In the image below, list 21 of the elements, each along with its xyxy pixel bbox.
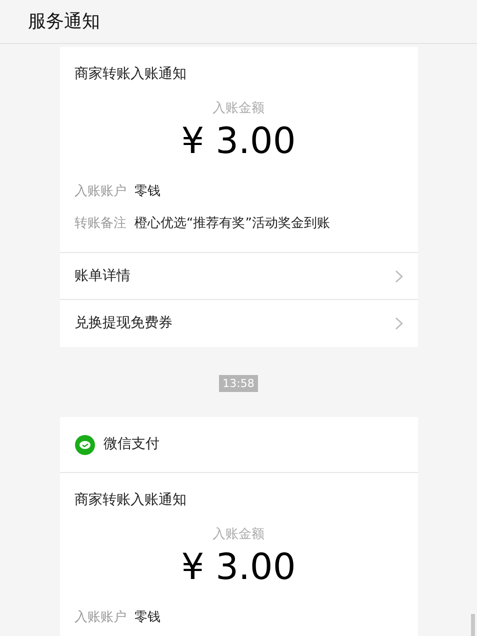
timestamp: 13:58 bbox=[218, 375, 258, 392]
field-value: 零钱 bbox=[134, 183, 160, 201]
card-title: 商家转账入账通知 bbox=[74, 491, 188, 510]
field-value: 零钱 bbox=[134, 609, 160, 627]
page-title: 服务通知 bbox=[28, 10, 100, 34]
card-title: 商家转账入账通知 bbox=[74, 65, 188, 84]
chevron-right-icon bbox=[394, 317, 402, 330]
field-label: 转账备注 bbox=[74, 215, 126, 233]
chat-bubble-icon bbox=[74, 434, 94, 454]
amount-value: ¥ 3.00 bbox=[180, 546, 297, 590]
link-row[interactable]: 兑换提现免费券 bbox=[60, 300, 418, 347]
field-label: 入账账户 bbox=[74, 183, 126, 201]
field-value: 橙心优选“推荐有奖”活动奖金到账 bbox=[134, 215, 330, 233]
scrollbar-thumb bbox=[471, 614, 475, 636]
amount-value: ¥ 3.00 bbox=[180, 120, 297, 164]
source-name: 微信支付 bbox=[104, 435, 160, 454]
amount-label: 入账金额 bbox=[212, 100, 266, 118]
chevron-right-icon bbox=[394, 270, 402, 282]
amount-label: 入账金额 bbox=[212, 526, 266, 544]
field-label: 入账账户 bbox=[74, 609, 126, 627]
link-row[interactable]: 账单详情 bbox=[60, 253, 418, 300]
